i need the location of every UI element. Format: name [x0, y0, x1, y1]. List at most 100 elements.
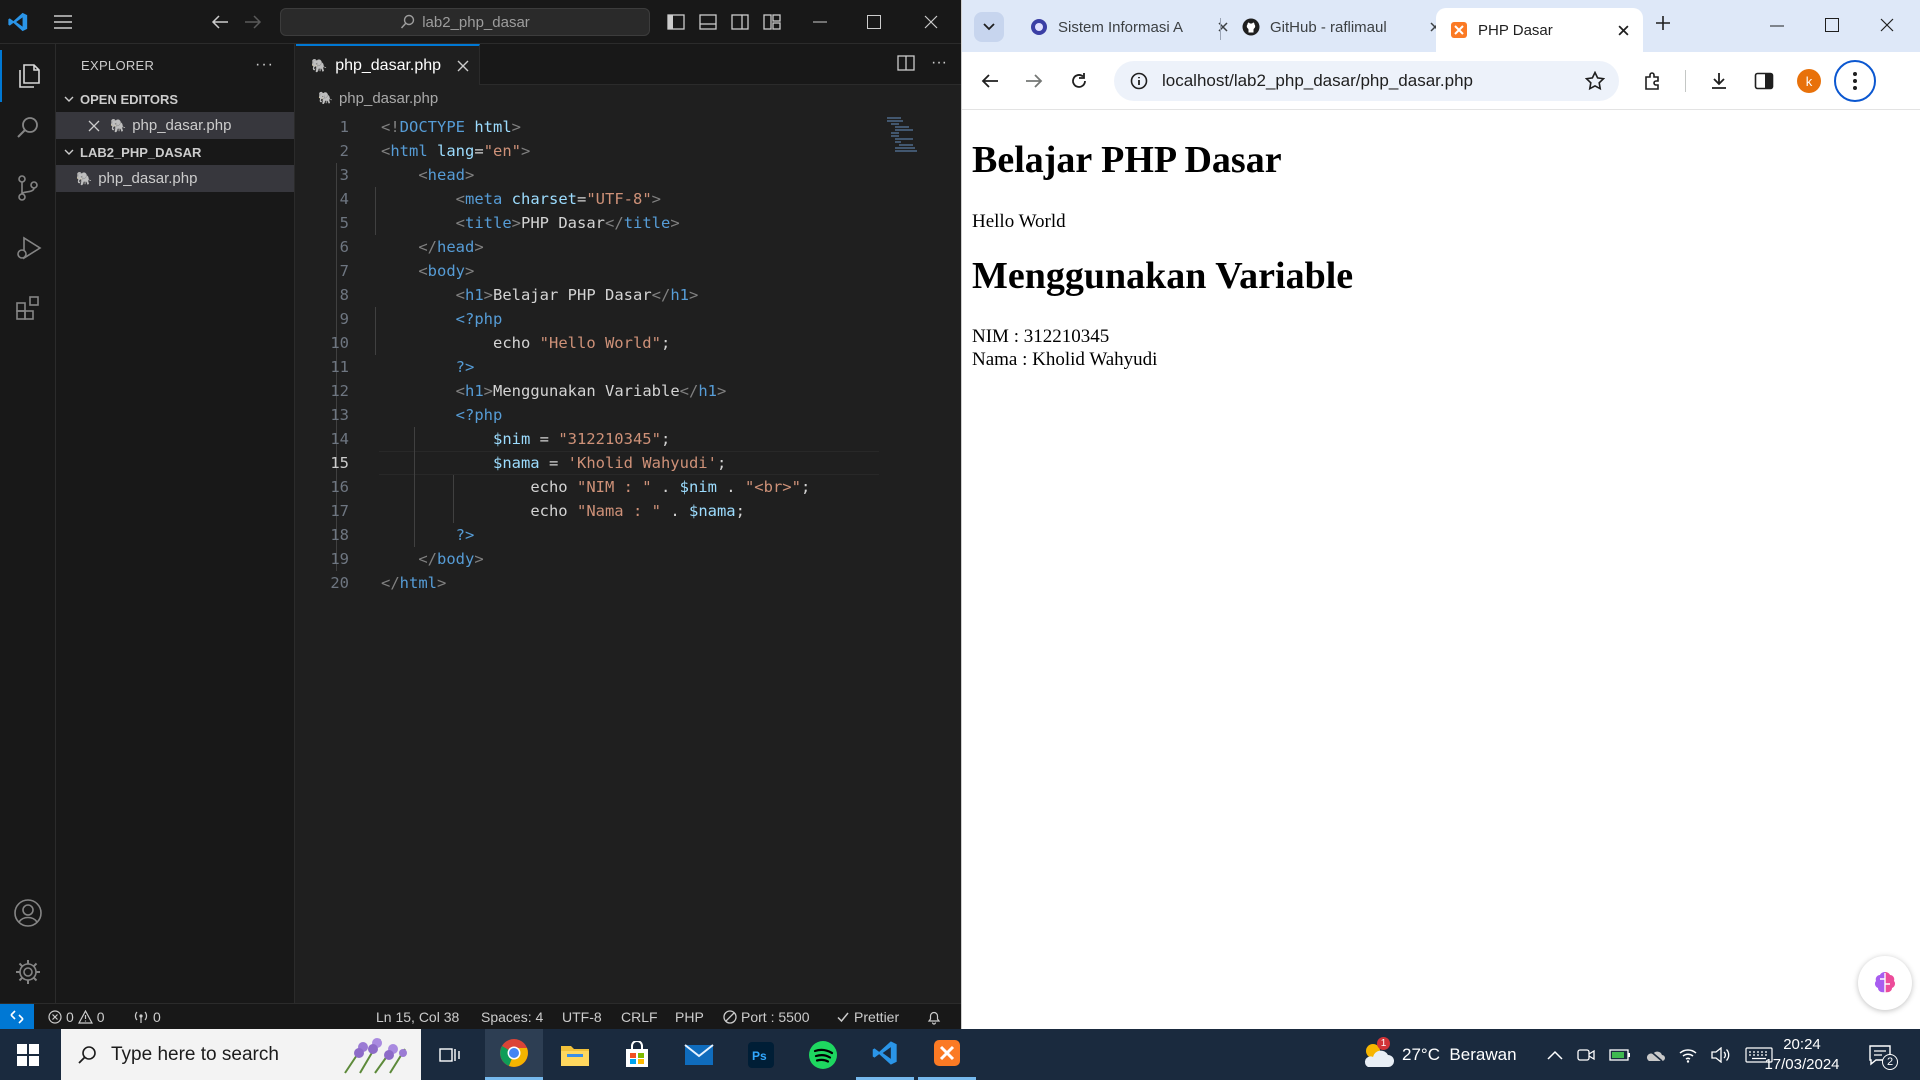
- forward-arrow-icon[interactable]: [1019, 66, 1049, 96]
- taskbar-chrome-icon[interactable]: [485, 1029, 543, 1080]
- code-line[interactable]: $nim = "312210345";: [381, 427, 670, 451]
- clock[interactable]: 20:24 17/03/2024: [1762, 1029, 1842, 1080]
- task-view-icon[interactable]: [421, 1029, 479, 1080]
- code-line[interactable]: $nama = 'Kholid Wahyudi';: [381, 451, 726, 475]
- battery-icon[interactable]: [1609, 1048, 1631, 1062]
- bookmark-star-icon[interactable]: [1585, 71, 1605, 91]
- toggle-secondary-sidebar-icon[interactable]: [728, 10, 752, 34]
- more-actions-icon[interactable]: ···: [931, 54, 947, 72]
- site-info-icon[interactable]: [1130, 72, 1148, 90]
- code-line[interactable]: <h1>Belajar PHP Dasar</h1>: [381, 283, 699, 307]
- minimap[interactable]: [885, 116, 935, 156]
- settings-gear-icon[interactable]: [0, 946, 56, 998]
- taskbar-spotify-icon[interactable]: [794, 1029, 852, 1080]
- taskbar-mail-icon[interactable]: [670, 1029, 728, 1080]
- taskbar-xampp-icon[interactable]: [918, 1029, 976, 1080]
- profile-avatar[interactable]: k: [1794, 66, 1824, 96]
- indentation-setting[interactable]: Spaces: 4: [481, 1004, 543, 1030]
- more-actions-icon[interactable]: ···: [255, 56, 274, 74]
- windows-start-icon[interactable]: [17, 1044, 39, 1066]
- editor-tab[interactable]: 🐘 php_dasar.php: [296, 44, 481, 85]
- code-line[interactable]: <meta charset="UTF-8">: [381, 187, 661, 211]
- run-debug-icon[interactable]: [0, 222, 56, 274]
- close-icon[interactable]: [457, 60, 469, 72]
- code-line[interactable]: echo "Nama : " . $nama;: [381, 499, 745, 523]
- open-editor-item[interactable]: 🐘 php_dasar.php: [56, 112, 294, 139]
- close-button[interactable]: [908, 0, 954, 44]
- close-icon[interactable]: [88, 120, 100, 132]
- code-line[interactable]: ?>: [381, 523, 475, 547]
- address-bar[interactable]: localhost/lab2_php_dasar/php_dasar.php: [1114, 61, 1619, 101]
- code-line[interactable]: echo "NIM : " . $nim . "<br>";: [381, 475, 810, 499]
- explorer-icon[interactable]: [0, 50, 56, 102]
- new-tab-plus-icon[interactable]: [1655, 15, 1671, 31]
- code-line[interactable]: </body>: [381, 547, 483, 571]
- chevron-up-icon[interactable]: [1547, 1050, 1563, 1060]
- problems-indicator[interactable]: 0 0: [48, 1004, 105, 1030]
- chrome-tab-3-active[interactable]: PHP Dasar: [1436, 8, 1643, 52]
- meet-now-icon[interactable]: [1577, 1047, 1595, 1063]
- download-icon[interactable]: [1704, 66, 1734, 96]
- chrome-menu-icon[interactable]: [1834, 60, 1876, 102]
- chrome-minimize-button[interactable]: [1770, 25, 1784, 27]
- maximize-button[interactable]: [851, 0, 897, 44]
- taskbar-search-box[interactable]: Type here to search: [61, 1029, 421, 1080]
- language-mode[interactable]: PHP: [675, 1004, 704, 1030]
- open-editors-section[interactable]: OPEN EDITORS: [56, 86, 294, 112]
- code-line[interactable]: <?php: [381, 307, 503, 331]
- ports-indicator[interactable]: 0: [133, 1004, 161, 1030]
- forward-arrow-icon[interactable]: [241, 10, 265, 34]
- code-line[interactable]: <title>PHP Dasar</title>: [381, 211, 680, 235]
- chrome-maximize-button[interactable]: [1825, 18, 1839, 32]
- remote-indicator[interactable]: [0, 1004, 34, 1030]
- minimize-button[interactable]: [797, 0, 843, 44]
- code-line[interactable]: <?php: [381, 403, 503, 427]
- onedrive-cloud-icon[interactable]: [1645, 1047, 1665, 1062]
- chrome-tab-2[interactable]: GitHub - raflimaul: [1228, 8, 1454, 46]
- extensions-puzzle-icon[interactable]: [1638, 66, 1668, 96]
- folder-section[interactable]: LAB2_PHP_DASAR: [56, 139, 294, 165]
- volume-icon[interactable]: [1711, 1046, 1731, 1063]
- toggle-primary-sidebar-icon[interactable]: [664, 10, 688, 34]
- code-line[interactable]: <body>: [381, 259, 474, 283]
- close-icon[interactable]: [1618, 24, 1629, 36]
- menu-icon[interactable]: [51, 10, 75, 34]
- code-line[interactable]: <html lang="en">: [381, 139, 530, 163]
- code-line[interactable]: ?>: [381, 355, 475, 379]
- code-line[interactable]: <h1>Menggunakan Variable</h1>: [381, 379, 727, 403]
- breadcrumb[interactable]: 🐘 php_dasar.php: [296, 85, 961, 111]
- floating-assistant-button[interactable]: [1858, 956, 1912, 1010]
- chrome-tab-1[interactable]: Sistem Informasi A: [1016, 8, 1242, 46]
- extensions-icon[interactable]: [0, 282, 56, 334]
- back-arrow-icon[interactable]: [975, 66, 1005, 96]
- side-panel-icon[interactable]: [1749, 66, 1779, 96]
- split-editor-icon[interactable]: [897, 54, 915, 72]
- live-server-port[interactable]: Port : 5500: [723, 1004, 810, 1030]
- command-center-search[interactable]: lab2_php_dasar: [280, 8, 650, 36]
- wifi-icon[interactable]: [1679, 1047, 1697, 1063]
- notifications-bell-icon[interactable]: [926, 1004, 942, 1030]
- file-tree-item[interactable]: 🐘 php_dasar.php: [56, 165, 294, 192]
- weather-widget[interactable]: 1 27°C Berawan: [1360, 1029, 1517, 1080]
- source-control-icon[interactable]: [0, 162, 56, 214]
- encoding-setting[interactable]: UTF-8: [562, 1004, 602, 1030]
- code-line[interactable]: echo "Hello World";: [381, 331, 670, 355]
- back-arrow-icon[interactable]: [208, 10, 232, 34]
- eol-setting[interactable]: CRLF: [621, 1004, 658, 1030]
- search-icon[interactable]: [0, 102, 56, 154]
- code-line[interactable]: </head>: [381, 235, 483, 259]
- tab-search-button[interactable]: [974, 12, 1004, 42]
- customize-layout-icon[interactable]: [760, 10, 784, 34]
- code-line[interactable]: </html>: [381, 571, 446, 595]
- taskbar-vscode-icon[interactable]: [856, 1029, 914, 1080]
- prettier-status[interactable]: Prettier: [836, 1004, 899, 1030]
- reload-icon[interactable]: [1064, 66, 1094, 96]
- taskbar-store-icon[interactable]: [608, 1029, 666, 1080]
- taskbar-file-explorer-icon[interactable]: [546, 1029, 604, 1080]
- accounts-icon[interactable]: [0, 887, 56, 939]
- code-line[interactable]: <!DOCTYPE html>: [381, 115, 521, 139]
- cursor-position[interactable]: Ln 15, Col 38: [376, 1004, 459, 1030]
- chrome-close-button[interactable]: [1880, 18, 1894, 32]
- toggle-panel-icon[interactable]: [696, 10, 720, 34]
- code-line[interactable]: <head>: [381, 163, 474, 187]
